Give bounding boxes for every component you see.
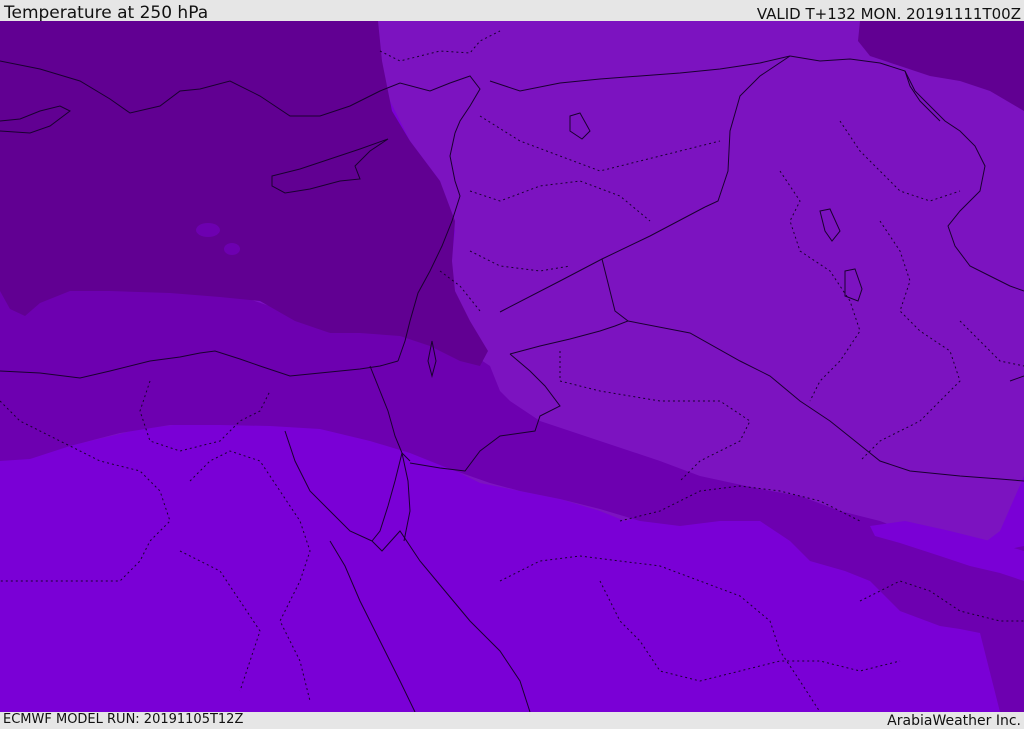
sea-patch-2 xyxy=(224,243,240,255)
footer-bar: ECMWF MODEL RUN: 20191105T12Z ArabiaWeat… xyxy=(0,712,1024,729)
map-title: Temperature at 250 hPa xyxy=(4,3,209,23)
header-bar: Temperature at 250 hPa VALID T+132 MON. … xyxy=(0,0,1024,23)
sea-patch-1 xyxy=(196,223,220,237)
credit-label: ArabiaWeather Inc. xyxy=(887,713,1021,729)
model-run-label: ECMWF MODEL RUN: 20191105T12Z xyxy=(3,712,244,727)
temperature-map[interactable] xyxy=(0,21,1024,712)
